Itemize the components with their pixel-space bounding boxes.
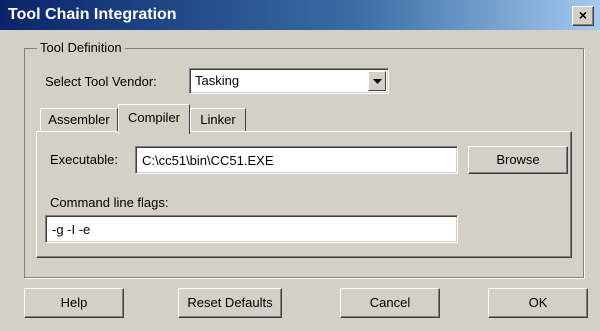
reset-defaults-button[interactable]: Reset Defaults — [178, 288, 282, 318]
window-title: Tool Chain Integration — [8, 6, 177, 23]
vendor-select-value: Tasking — [195, 73, 240, 88]
ok-button-label: OK — [528, 295, 548, 310]
flags-input[interactable] — [45, 215, 458, 243]
close-button[interactable]: × — [572, 6, 594, 26]
executable-label: Executable: — [50, 152, 118, 167]
help-button[interactable]: Help — [24, 288, 124, 318]
tab-compiler[interactable]: Compiler — [118, 104, 190, 134]
tab-compiler-label: Compiler — [127, 110, 180, 125]
cancel-button[interactable]: Cancel — [340, 288, 440, 318]
browse-button[interactable]: Browse — [468, 146, 568, 174]
ok-button[interactable]: OK — [488, 288, 588, 318]
chevron-down-icon — [373, 79, 382, 84]
browse-button-label: Browse — [496, 152, 540, 167]
tab-assembler-label: Assembler — [48, 112, 110, 127]
dropdown-arrow-button[interactable] — [368, 71, 386, 91]
flags-label: Command line flags: — [50, 195, 169, 210]
reset-defaults-label: Reset Defaults — [187, 295, 273, 310]
vendor-select[interactable]: Tasking — [189, 68, 389, 94]
help-button-label: Help — [60, 295, 88, 310]
close-icon: × — [578, 7, 588, 23]
tab-linker[interactable]: Linker — [190, 108, 246, 132]
dialog-window: Tool Chain Integration × Tool Definition… — [0, 0, 600, 331]
group-legend: Tool Definition — [37, 40, 125, 55]
title-bar[interactable]: Tool Chain Integration × — [0, 0, 600, 30]
tab-linker-label: Linker — [200, 112, 236, 127]
cancel-button-label: Cancel — [369, 295, 411, 310]
vendor-label: Select Tool Vendor: — [45, 74, 157, 89]
executable-input[interactable] — [135, 146, 458, 174]
tab-assembler[interactable]: Assembler — [40, 108, 118, 132]
